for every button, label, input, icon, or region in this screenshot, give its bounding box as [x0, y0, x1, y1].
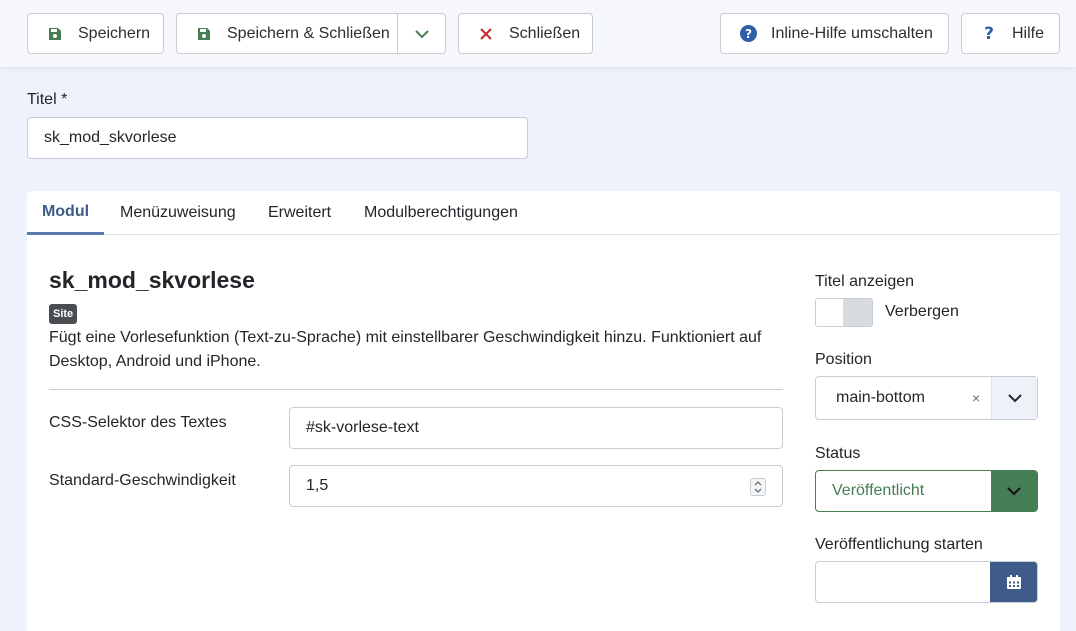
tab-modulberechtigungen[interactable]: Modulberechtigungen [364, 191, 518, 235]
calendar-icon [1006, 575, 1021, 589]
clear-icon[interactable]: × [972, 390, 980, 406]
save-icon [46, 25, 64, 43]
divider [49, 389, 783, 390]
close-button[interactable]: Schließen [458, 13, 593, 54]
show-title-state: Verbergen [885, 303, 959, 320]
publish-start-label: Veröffentlichung starten [815, 536, 983, 553]
help-button-label: Hilfe [1012, 24, 1045, 42]
inline-help-button[interactable]: ? Inline-Hilfe umschalten [720, 13, 949, 54]
status-value: Veröffentlicht [832, 482, 925, 499]
help-button[interactable]: ? Hilfe [961, 13, 1060, 54]
question-circle-icon: ? [739, 25, 757, 43]
close-icon [477, 25, 495, 43]
toggle-knob [843, 299, 872, 326]
publish-start-input[interactable] [815, 561, 1038, 603]
status-select[interactable]: Veröffentlicht [815, 470, 1038, 512]
calendar-button[interactable] [990, 562, 1037, 602]
css-selector-label: CSS-Selektor des Textes [49, 414, 227, 431]
module-name: sk_mod_skvorlese [49, 267, 255, 293]
chevron-down-icon [1007, 487, 1021, 496]
position-select[interactable]: main-bottom × [815, 376, 1038, 420]
show-title-toggle[interactable] [815, 298, 873, 327]
tab-erweitert[interactable]: Erweitert [268, 191, 331, 235]
toolbar: Speichern Speichern & Schließen Schließe… [0, 0, 1076, 67]
spinner-arrows-icon [754, 481, 762, 493]
save-icon [195, 25, 213, 43]
title-input[interactable]: sk_mod_skvorlese [27, 117, 528, 159]
tab-modul[interactable]: Modul [27, 191, 104, 235]
position-dropdown-toggle[interactable] [991, 377, 1037, 419]
svg-text:?: ? [745, 27, 752, 41]
inline-help-button-label: Inline-Hilfe umschalten [771, 24, 933, 42]
status-dropdown-toggle[interactable] [991, 471, 1037, 511]
tab-bar: Modul Menüzuweisung Erweitert Modulberec… [27, 191, 1060, 235]
number-spinner[interactable] [750, 478, 766, 496]
css-selector-input[interactable]: #sk-vorlese-text [289, 407, 783, 449]
save-close-button[interactable]: Speichern & Schließen [176, 13, 446, 54]
title-label: Titel * [27, 91, 68, 108]
site-badge: Site [49, 304, 78, 324]
svg-text:?: ? [984, 25, 994, 42]
status-label: Status [815, 445, 861, 462]
save-button-label: Speichern [78, 24, 151, 42]
question-icon: ? [980, 25, 998, 43]
position-label: Position [815, 351, 872, 368]
module-description: Fügt eine Vorlesefunktion (Text-zu-Sprac… [49, 329, 762, 370]
save-button[interactable]: Speichern [27, 13, 164, 54]
show-title-label: Titel anzeigen [815, 273, 915, 290]
close-button-label: Schließen [509, 24, 581, 42]
chevron-down-icon [415, 29, 429, 38]
save-close-button-label: Speichern & Schließen [227, 24, 390, 42]
chevron-down-icon [1007, 394, 1022, 403]
save-options-dropdown[interactable] [398, 14, 446, 53]
speed-input[interactable]: 1,5 [289, 465, 783, 507]
position-value: main-bottom [836, 389, 925, 406]
speed-value: 1,5 [306, 477, 329, 494]
tab-menuzuweisung[interactable]: Menüzuweisung [120, 191, 236, 235]
module-card: Modul Menüzuweisung Erweitert Modulberec… [27, 191, 1060, 631]
speed-label: Standard-Geschwindigkeit [49, 472, 236, 489]
